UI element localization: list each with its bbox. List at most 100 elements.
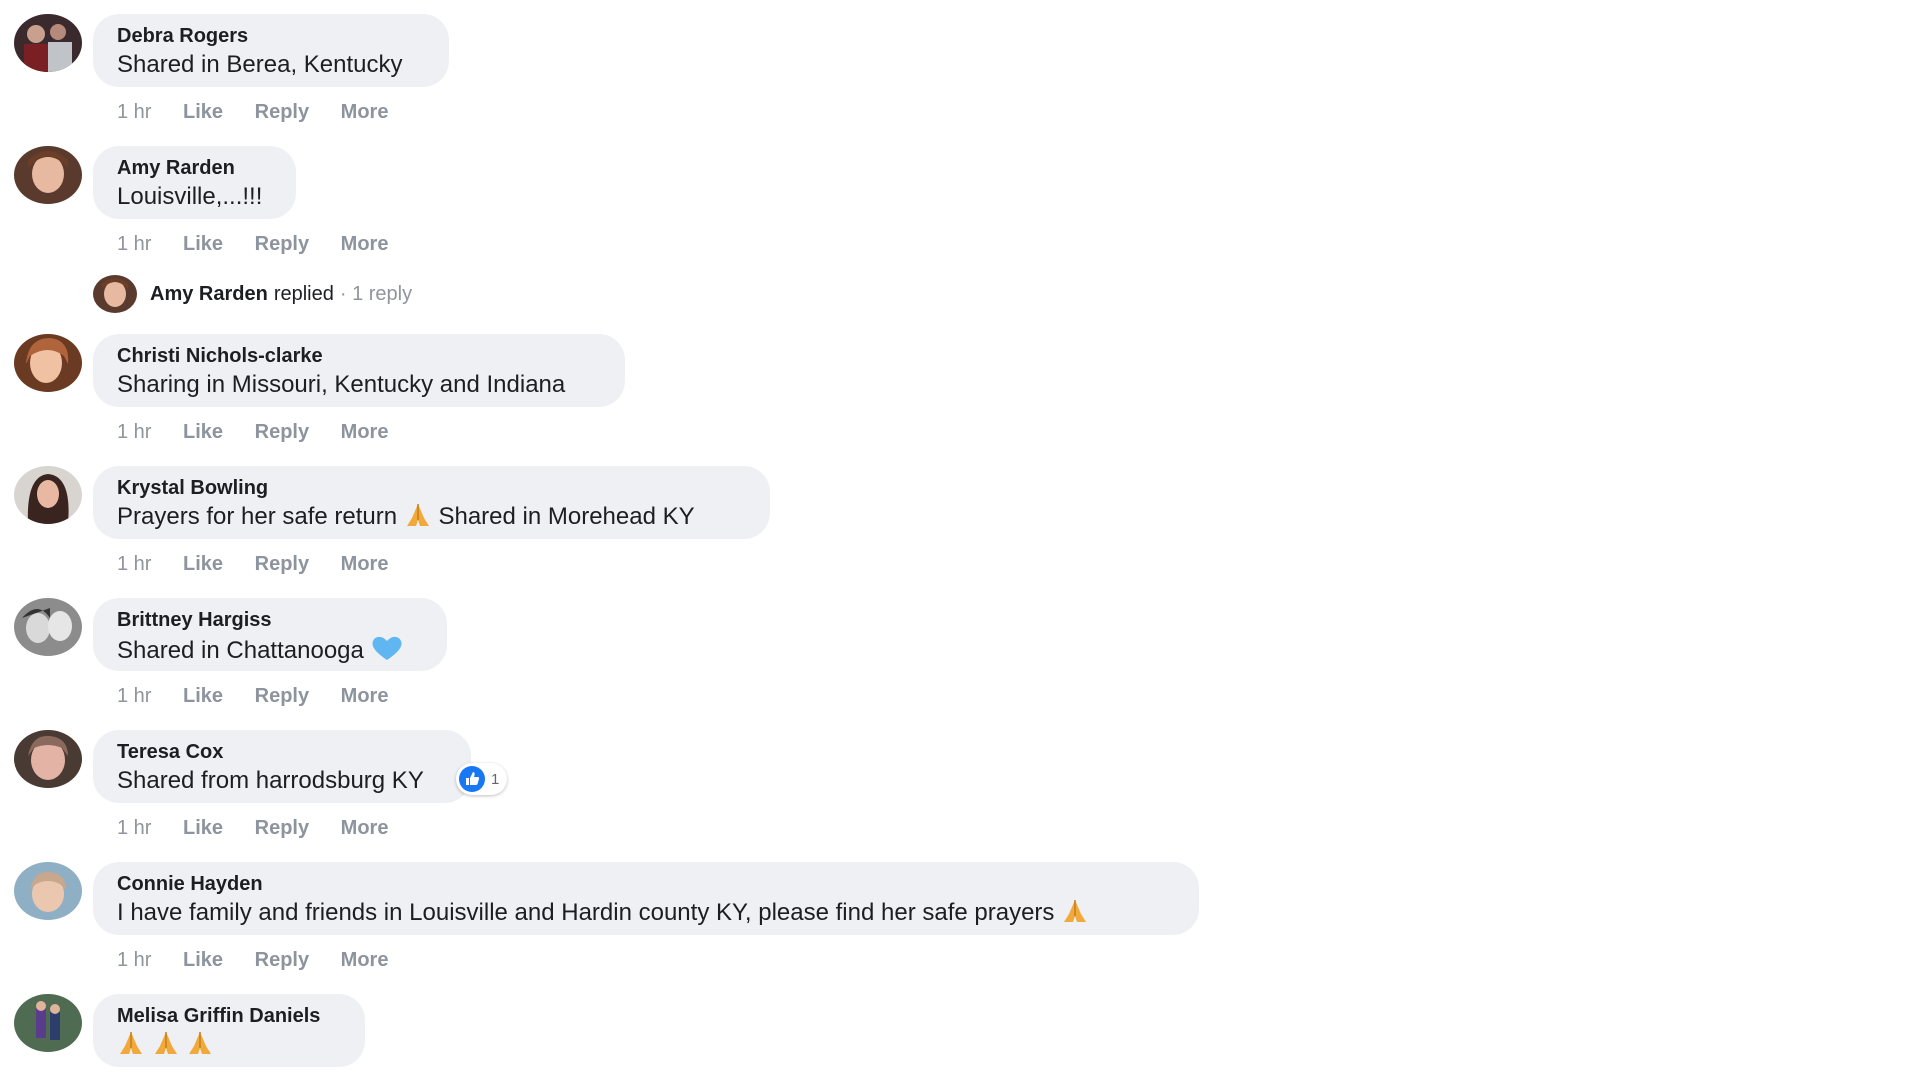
- folded-hands-icon: [1061, 898, 1089, 932]
- folded-hands-icon: [152, 1030, 180, 1064]
- comment-bubble: Amy Rarden Louisville,...!!!: [93, 146, 296, 219]
- like-link[interactable]: Like: [183, 684, 223, 708]
- comment-text-part: Prayers for her safe return: [117, 503, 398, 530]
- comment: Debra Rogers Shared in Berea, Kentucky 1…: [0, 14, 1400, 134]
- reply-link[interactable]: Reply: [255, 816, 309, 840]
- comment-list: Debra Rogers Shared in Berea, Kentucky 1…: [0, 0, 1920, 1080]
- like-link[interactable]: Like: [183, 232, 223, 256]
- comment-actions: 1 hr Like Reply More: [117, 684, 414, 708]
- comment-bubble: Brittney Hargiss Shared in Chattanooga: [93, 598, 447, 671]
- reply-link[interactable]: Reply: [255, 100, 309, 124]
- comment-author[interactable]: Connie Hayden: [117, 872, 1175, 896]
- more-link[interactable]: More: [341, 684, 389, 708]
- comment-text: Prayers for her safe return Shared in Mo…: [117, 502, 746, 536]
- like-link[interactable]: Like: [183, 420, 223, 444]
- comment: Teresa Cox Shared from harrodsburg KY 1 …: [0, 730, 1400, 850]
- comment-bubble: Melisa Griffin Daniels: [93, 994, 365, 1067]
- comment: Krystal Bowling Prayers for her safe ret…: [0, 466, 1400, 586]
- comment-author[interactable]: Brittney Hargiss: [117, 608, 423, 632]
- comment: Christi Nichols-clarke Sharing in Missou…: [0, 334, 1400, 454]
- comment-actions: 1 hr Like Reply More: [117, 816, 414, 840]
- comment-time[interactable]: 1 hr: [117, 684, 151, 708]
- user-avatar-icon: [14, 598, 82, 656]
- comment-actions: 1 hr Like Reply More: [117, 948, 414, 972]
- comment: Connie Hayden I have family and friends …: [0, 862, 1400, 982]
- comment-text: Shared in Berea, Kentucky: [117, 51, 403, 78]
- avatar[interactable]: [14, 994, 82, 1052]
- avatar[interactable]: [14, 14, 82, 72]
- reaction-count: 1: [491, 770, 500, 788]
- comment-bubble: Connie Hayden I have family and friends …: [93, 862, 1199, 935]
- reply-link[interactable]: Reply: [255, 948, 309, 972]
- replied-label: replied: [273, 282, 334, 305]
- reply-link[interactable]: Reply: [255, 684, 309, 708]
- user-avatar-icon: [14, 466, 82, 524]
- comment-actions: 1 hr Like Reply More: [117, 100, 414, 124]
- reply-count[interactable]: · 1 reply: [340, 283, 412, 306]
- reply-link[interactable]: Reply: [255, 232, 309, 256]
- comment-time[interactable]: 1 hr: [117, 420, 151, 444]
- comment-author[interactable]: Amy Rarden: [117, 156, 272, 180]
- like-link[interactable]: Like: [183, 816, 223, 840]
- comment-text: [117, 1030, 341, 1064]
- comment-actions: 1 hr Like Reply More: [117, 552, 414, 576]
- comment: Melisa Griffin Daniels: [0, 994, 1400, 1080]
- reply-link[interactable]: Reply: [255, 420, 309, 444]
- comment-text-part: I have family and friends in Louisville …: [117, 899, 1055, 926]
- comment: Brittney Hargiss Shared in Chattanooga 1…: [0, 598, 1400, 718]
- folded-hands-icon: [186, 1030, 214, 1064]
- reaction-badge[interactable]: 1: [456, 763, 508, 795]
- comment-time[interactable]: 1 hr: [117, 948, 151, 972]
- comment-bubble: Krystal Bowling Prayers for her safe ret…: [93, 466, 770, 539]
- more-link[interactable]: More: [341, 816, 389, 840]
- comment-bubble: Teresa Cox Shared from harrodsburg KY: [93, 730, 471, 803]
- comment-text: Louisville,...!!!: [117, 183, 263, 210]
- comment-time[interactable]: 1 hr: [117, 232, 151, 256]
- comment-text: Sharing in Missouri, Kentucky and Indian…: [117, 371, 566, 398]
- comment-author[interactable]: Krystal Bowling: [117, 476, 746, 500]
- user-avatar-icon: [14, 146, 82, 204]
- more-link[interactable]: More: [341, 420, 389, 444]
- like-reaction-icon: [459, 766, 485, 792]
- avatar[interactable]: [14, 598, 82, 656]
- avatar[interactable]: [14, 146, 82, 204]
- user-avatar-icon: [14, 994, 82, 1052]
- comment-bubble: Christi Nichols-clarke Sharing in Missou…: [93, 334, 625, 407]
- comment-actions: 1 hr Like Reply More: [117, 420, 414, 444]
- reply-link[interactable]: Reply: [255, 552, 309, 576]
- user-avatar-icon: [93, 275, 137, 313]
- comment-time[interactable]: 1 hr: [117, 100, 151, 124]
- more-link[interactable]: More: [341, 232, 389, 256]
- folded-hands-icon: [404, 502, 432, 536]
- user-avatar-icon: [14, 334, 82, 392]
- more-link[interactable]: More: [341, 100, 389, 124]
- comment-text: Shared from harrodsburg KY: [117, 767, 424, 794]
- more-link[interactable]: More: [341, 948, 389, 972]
- like-link[interactable]: Like: [183, 948, 223, 972]
- comment-time[interactable]: 1 hr: [117, 816, 151, 840]
- avatar[interactable]: [14, 466, 82, 524]
- comment-time[interactable]: 1 hr: [117, 552, 151, 576]
- comment-author[interactable]: Debra Rogers: [117, 24, 425, 48]
- comment-author[interactable]: Melisa Griffin Daniels: [117, 1004, 341, 1028]
- comment-text: Shared in Chattanooga: [117, 634, 423, 670]
- avatar[interactable]: [14, 862, 82, 920]
- avatar[interactable]: [14, 730, 82, 788]
- replied-author[interactable]: Amy Rarden: [150, 283, 268, 306]
- comment: Amy Rarden Louisville,...!!! 1 hr Like R…: [0, 146, 1400, 266]
- comment-text-part: Shared in Chattanooga: [117, 637, 364, 664]
- comment-bubble: Debra Rogers Shared in Berea, Kentucky: [93, 14, 449, 87]
- comment-author[interactable]: Teresa Cox: [117, 740, 447, 764]
- user-avatar-icon: [14, 862, 82, 920]
- comment-text-part: Shared in Morehead KY: [438, 503, 695, 530]
- like-link[interactable]: Like: [183, 100, 223, 124]
- comment-author[interactable]: Christi Nichols-clarke: [117, 344, 601, 368]
- comment-text: I have family and friends in Louisville …: [117, 898, 1175, 932]
- comment-actions: 1 hr Like Reply More: [117, 232, 414, 256]
- more-link[interactable]: More: [341, 552, 389, 576]
- folded-hands-icon: [117, 1030, 145, 1064]
- replies-summary[interactable]: Amy Rarden replied · 1 reply: [93, 274, 412, 314]
- avatar: [93, 275, 137, 313]
- avatar[interactable]: [14, 334, 82, 392]
- like-link[interactable]: Like: [183, 552, 223, 576]
